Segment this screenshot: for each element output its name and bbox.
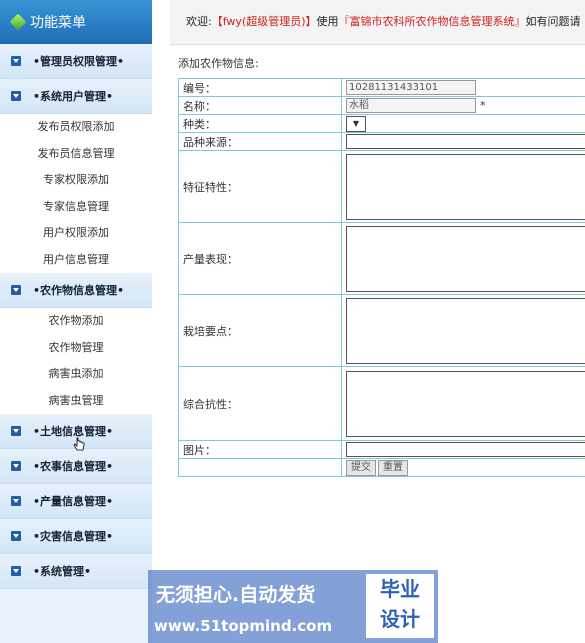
sidebar-group-label: •系统用户管理•: [33, 90, 114, 103]
sidebar-item[interactable]: 发布员信息管理: [0, 141, 152, 168]
expand-icon: [11, 496, 21, 506]
current-user: 【fwy(超级管理员)】: [211, 15, 317, 28]
reset-button[interactable]: 重置: [378, 459, 408, 476]
expand-icon: [11, 426, 21, 436]
sidebar-group-label: •农作物信息管理•: [33, 284, 125, 297]
sidebar-group-0[interactable]: •管理员权限管理•: [0, 44, 152, 79]
type-select[interactable]: ▼: [346, 115, 366, 132]
type-label: 种类：: [178, 114, 342, 133]
submit-button[interactable]: 提交: [346, 459, 376, 476]
welcome-bar: 欢迎:【fwy(超级管理员)】使用『富锦市农科所农作物信息管理系统』如有问题请: [170, 0, 585, 45]
resistance-label: 综合抗性：: [178, 366, 342, 441]
expand-icon: [11, 56, 21, 66]
sidebar-group-items: 农作物添加 农作物管理 病害虫添加 病害虫管理: [0, 308, 152, 414]
sidebar-header: 功能菜单: [0, 0, 152, 44]
watermark-badge: 毕业 设计: [366, 574, 434, 638]
sidebar-group-4[interactable]: •农事信息管理•: [0, 449, 152, 484]
expand-icon: [11, 531, 21, 541]
sidebar-group-6[interactable]: •灾害信息管理•: [0, 519, 152, 554]
code-input[interactable]: 10281131433101: [346, 80, 476, 95]
sidebar-group-5[interactable]: •产量信息管理•: [0, 484, 152, 519]
use-text: 使用: [316, 15, 339, 28]
sidebar-item[interactable]: 病害虫添加: [0, 361, 152, 388]
sidebar-group-7[interactable]: •系统管理•: [0, 554, 152, 589]
button-label-cell: [178, 458, 342, 477]
sidebar-group-label: •农事信息管理•: [33, 460, 114, 473]
sidebar-group-label: •系统管理•: [33, 565, 92, 578]
sidebar-item[interactable]: 农作物添加: [0, 308, 152, 335]
watermark-banner: 无须担心.自动发货 www.51topmind.com 毕业 设计: [148, 570, 438, 643]
sidebar-item[interactable]: 用户权限添加: [0, 220, 152, 247]
badge-top: 毕业: [380, 577, 420, 601]
form-heading: 添加农作物信息:: [178, 57, 259, 70]
crop-form: 编号： 10281131433101 名称： 水稻 * 种类： ▼ 品种来源： …: [178, 78, 585, 477]
expand-icon: [11, 285, 21, 295]
sidebar-group-label: •产量信息管理•: [33, 495, 114, 508]
watermark-line2: www.51topmind.com: [154, 617, 333, 635]
source-input[interactable]: [346, 134, 585, 149]
sidebar-group-label: •管理员权限管理•: [33, 55, 125, 68]
sidebar-item[interactable]: 发布员权限添加: [0, 114, 152, 141]
sidebar-title: 功能菜单: [30, 15, 86, 31]
yield-textarea[interactable]: [346, 225, 585, 292]
sidebar-menu: •管理员权限管理• •系统用户管理• 发布员权限添加 发布员信息管理 专家权限添加 专家信…: [0, 44, 152, 589]
welcome-text: 欢迎:: [186, 15, 212, 28]
feature-textarea[interactable]: [346, 153, 585, 220]
sidebar-group-2[interactable]: •农作物信息管理•: [0, 273, 152, 308]
expand-icon: [11, 461, 21, 471]
sidebar-group-items: 发布员权限添加 发布员信息管理 专家权限添加 专家信息管理 用户权限添加 用户信息管理: [0, 114, 152, 273]
code-label: 编号：: [178, 78, 342, 97]
required-mark: *: [480, 99, 486, 112]
source-label: 品种来源：: [178, 132, 342, 151]
hand-cursor-icon: [73, 437, 85, 451]
sidebar-item[interactable]: 农作物管理: [0, 335, 152, 362]
sidebar-item[interactable]: 专家信息管理: [0, 194, 152, 221]
name-input[interactable]: 水稻: [346, 98, 476, 113]
watermark-line1: 无须担心.自动发货: [156, 584, 316, 606]
image-input[interactable]: [346, 442, 585, 457]
sidebar-item[interactable]: 专家权限添加: [0, 167, 152, 194]
expand-icon: [11, 91, 21, 101]
yield-label: 产量表现：: [178, 222, 342, 295]
help-text: 如有问题请: [525, 15, 581, 28]
name-label: 名称：: [178, 96, 342, 115]
sidebar-group-label: •灾害信息管理•: [33, 530, 114, 543]
feature-label: 特征特性：: [178, 150, 342, 223]
sidebar-group-1[interactable]: •系统用户管理•: [0, 79, 152, 114]
expand-icon: [11, 566, 21, 576]
menu-gem-icon: [9, 13, 27, 31]
sidebar: 功能菜单 •管理员权限管理• •系统用户管理• 发布员权限添加 发布员信息管理 专家权限…: [0, 0, 152, 643]
system-name: 『富锦市农科所农作物信息管理系统』: [338, 15, 526, 28]
image-label: 图片：: [178, 440, 342, 459]
cultivation-label: 栽培要点：: [178, 294, 342, 367]
badge-bottom: 设计: [380, 607, 420, 631]
resistance-textarea[interactable]: [346, 370, 585, 437]
cultivation-textarea[interactable]: [346, 297, 585, 364]
chevron-down-icon: ▼: [352, 118, 360, 128]
sidebar-item[interactable]: 病害虫管理: [0, 388, 152, 415]
sidebar-item[interactable]: 用户信息管理: [0, 247, 152, 274]
